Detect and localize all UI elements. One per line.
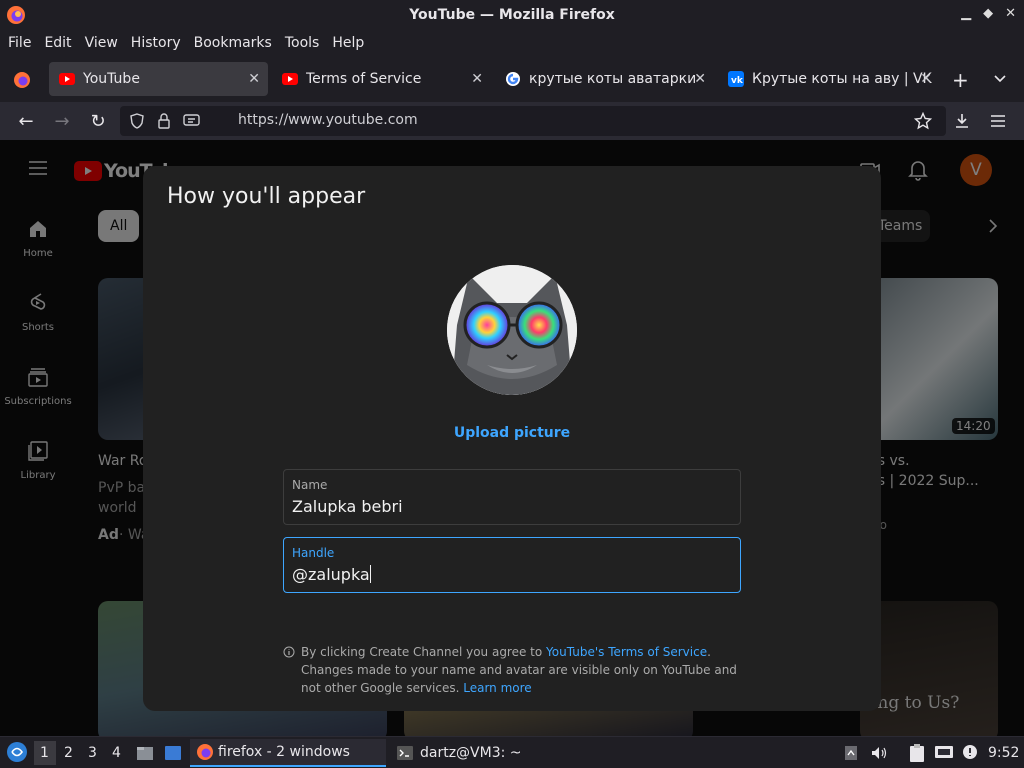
- workspace-1[interactable]: 1: [40, 745, 49, 761]
- permissions-icon[interactable]: [183, 113, 201, 129]
- menu-history[interactable]: History: [131, 35, 181, 51]
- workspace-4[interactable]: 4: [112, 745, 121, 761]
- desktop: YouTube — Mozilla Firefox ▁ ◆ ✕ File Edi…: [0, 0, 1024, 768]
- handle-field-label: Handle: [292, 546, 335, 560]
- firefox-icon: [197, 744, 213, 760]
- legal-text: By clicking Create Channel you agree to: [301, 645, 547, 659]
- taskbar-item-firefox[interactable]: firefox - 2 windows: [190, 739, 386, 767]
- menu-tools[interactable]: Tools: [285, 35, 320, 51]
- downloads-icon[interactable]: [953, 112, 971, 130]
- channel-avatar-image[interactable]: [447, 265, 577, 395]
- bookmark-star-icon[interactable]: [914, 112, 932, 130]
- reload-icon[interactable]: ↻: [87, 110, 109, 132]
- show-desktop-icon[interactable]: [164, 744, 182, 762]
- terms-of-service-link[interactable]: YouTube's Terms of Service: [546, 645, 707, 659]
- network-icon[interactable]: [934, 744, 954, 762]
- info-icon: [283, 646, 295, 658]
- name-field[interactable]: Name Zalupka bebri: [283, 469, 741, 525]
- tab-label: Крутые коты на аву | VK: [752, 71, 932, 87]
- tab-terms[interactable]: Terms of Service ✕: [272, 62, 491, 96]
- upload-picture-link[interactable]: Upload picture: [143, 425, 881, 441]
- close-icon[interactable]: ✕: [1005, 6, 1016, 21]
- dialog-title: How you'll appear: [167, 184, 366, 209]
- name-input[interactable]: Zalupka bebri: [292, 497, 732, 516]
- maximize-icon[interactable]: ◆: [983, 6, 993, 21]
- youtube-icon: [59, 71, 75, 87]
- window-titlebar: YouTube — Mozilla Firefox ▁ ◆ ✕: [0, 0, 1024, 30]
- close-tab-icon[interactable]: ✕: [694, 71, 706, 87]
- new-tab-icon[interactable]: +: [952, 68, 969, 92]
- tab-label: YouTube: [83, 71, 140, 87]
- close-tab-icon[interactable]: ✕: [248, 71, 260, 87]
- url-bar[interactable]: https://www.youtube.com: [120, 106, 946, 136]
- menu-file[interactable]: File: [8, 35, 31, 51]
- svg-text:vk: vk: [731, 76, 744, 86]
- shield-icon[interactable]: [129, 113, 145, 129]
- workspace-3[interactable]: 3: [88, 745, 97, 761]
- taskbar-item-label: dartz@VM3: ~: [420, 745, 522, 761]
- file-manager-icon[interactable]: [136, 744, 154, 762]
- window-controls: ▁ ◆ ✕: [961, 6, 1016, 21]
- youtube-icon: [282, 71, 298, 87]
- start-menu-icon[interactable]: [6, 741, 28, 763]
- cat-avatar-picture: [447, 265, 577, 395]
- close-tab-icon[interactable]: ✕: [920, 71, 932, 87]
- tab-vk[interactable]: vk Крутые коты на аву | VK ✕: [718, 62, 940, 96]
- menu-view[interactable]: View: [85, 35, 118, 51]
- menu-bar: File Edit View History Bookmarks Tools H…: [0, 30, 1024, 56]
- handle-field[interactable]: Handle @zalupka: [283, 537, 741, 593]
- firefox-icon: [7, 6, 25, 24]
- forward-icon[interactable]: →: [51, 110, 73, 132]
- name-field-label: Name: [292, 478, 328, 492]
- hamburger-menu-icon[interactable]: [990, 114, 1006, 128]
- terminal-icon: [397, 746, 413, 760]
- close-tab-icon[interactable]: ✕: [471, 71, 483, 87]
- url-text: https://www.youtube.com: [238, 112, 418, 128]
- lock-icon[interactable]: [157, 113, 171, 129]
- vk-icon: vk: [728, 71, 744, 87]
- navigation-bar: ← → ↻ https://www.youtube.com: [0, 102, 1024, 140]
- tab-youtube[interactable]: YouTube ✕: [49, 62, 268, 96]
- taskbar-item-terminal[interactable]: dartz@VM3: ~: [390, 739, 586, 767]
- menu-help[interactable]: Help: [332, 35, 364, 51]
- tab-strip: YouTube ✕ Terms of Service ✕ крутые коты…: [0, 56, 1024, 102]
- minimize-icon[interactable]: ▁: [961, 6, 971, 21]
- back-icon[interactable]: ←: [15, 110, 37, 132]
- volume-icon[interactable]: [870, 745, 888, 761]
- tab-label: Terms of Service: [306, 71, 422, 87]
- handle-value: @zalupka: [292, 565, 370, 584]
- tab-google-search[interactable]: крутые коты аватарки ✕: [495, 62, 714, 96]
- notification-alert-icon[interactable]: [962, 744, 978, 760]
- taskbar-item-label: firefox - 2 windows: [218, 744, 350, 760]
- terms-notice: By clicking Create Channel you agree to …: [301, 643, 741, 697]
- handle-input[interactable]: @zalupka: [292, 565, 732, 584]
- firefox-view-icon[interactable]: [12, 70, 32, 90]
- window-title: YouTube — Mozilla Firefox: [409, 7, 615, 23]
- clock[interactable]: 9:52: [988, 745, 1019, 761]
- workspace-2[interactable]: 2: [64, 745, 73, 761]
- tray-arrow-icon[interactable]: [844, 745, 858, 761]
- create-channel-dialog: How you'll appear Upload picture Name Za…: [143, 166, 881, 711]
- google-icon: [505, 71, 521, 87]
- learn-more-link[interactable]: Learn more: [463, 681, 531, 695]
- clipboard-icon[interactable]: [908, 743, 926, 763]
- tab-label: крутые коты аватарки: [529, 71, 697, 87]
- menu-bookmarks[interactable]: Bookmarks: [194, 35, 272, 51]
- menu-edit[interactable]: Edit: [44, 35, 71, 51]
- taskbar: 1 2 3 4 firefox - 2 windows dartz@VM3: ~: [0, 736, 1024, 768]
- list-all-tabs-icon[interactable]: [992, 70, 1008, 86]
- text-cursor: [369, 565, 371, 583]
